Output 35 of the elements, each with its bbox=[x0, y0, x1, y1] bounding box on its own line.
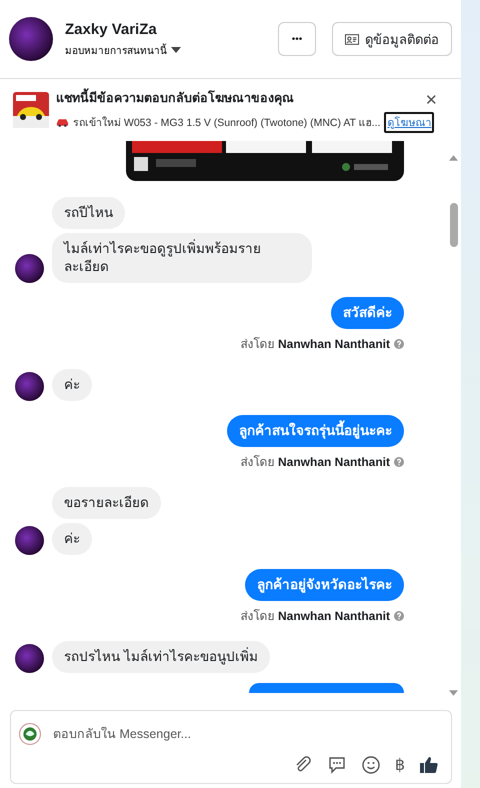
caret-icon bbox=[171, 47, 181, 53]
thumbs-up-icon[interactable] bbox=[419, 755, 439, 775]
more-button[interactable]: ••• bbox=[278, 22, 316, 56]
sent-by-label: ส่งโดย Nanwhan Nanthanit bbox=[240, 608, 390, 625]
help-icon bbox=[394, 456, 404, 466]
emoji-icon[interactable] bbox=[360, 755, 381, 775]
close-button[interactable]: ✕ bbox=[425, 93, 438, 108]
message-bubble: ลูกค้าอยู่จังหวัดอะไรคะ bbox=[245, 569, 404, 601]
sent-by-label: ส่งโดย Nanwhan Nanthanit bbox=[240, 336, 390, 353]
assign-dropdown[interactable]: มอบหมายการสนทนานี้ bbox=[65, 42, 181, 58]
message-bubble: รถปรไหน ไมล์เท่าไรคะขอนูปเพิ่ม bbox=[52, 641, 270, 673]
contact-name: Zaxky VariZa bbox=[65, 20, 158, 38]
message-bubble: ขอรายละเอียด bbox=[52, 487, 161, 519]
scroll-down-icon[interactable] bbox=[449, 690, 458, 696]
message-bubble: ค่ะ bbox=[52, 523, 92, 555]
message-bubble: ค่ะ bbox=[52, 369, 92, 401]
chat-bubble-icon[interactable] bbox=[326, 755, 347, 775]
sent-by-label: ส่งโดย Nanwhan Nanthanit bbox=[240, 454, 390, 471]
scrollbar-thumb[interactable] bbox=[450, 203, 458, 247]
message-bubble: ไมล์เท่าไรคะขอดูรูปเพิ่มพร้อมราย ละเอียด bbox=[52, 233, 312, 283]
payment-button[interactable]: ฿ bbox=[394, 755, 405, 775]
view-ad-link[interactable]: ดูโฆษณา bbox=[384, 112, 434, 132]
car-icon bbox=[56, 117, 69, 127]
message-bubble: สวัสดีค่ะ bbox=[331, 297, 404, 329]
ad-description: รถเข้าใหม่ W053 - MG3 1.5 V (Sunroof) (Twotone) (MNC) AT แฮ... bbox=[73, 116, 380, 130]
contact-avatar bbox=[9, 17, 53, 61]
message-bubble: ลูกค้าสนใจรถรุ่นนี้อยู่นะคะ bbox=[227, 415, 404, 447]
scroll-up-icon[interactable] bbox=[449, 155, 458, 161]
help-icon bbox=[394, 610, 404, 620]
help-icon bbox=[394, 338, 404, 348]
message-bubble: รถปีไหน bbox=[52, 197, 125, 229]
page-logo-icon bbox=[19, 723, 41, 745]
contact-card-icon bbox=[345, 34, 359, 44]
ad-reply-title: แชทนี้มีข้อความตอบกลับต่อโฆษณาของคุณ bbox=[56, 88, 294, 108]
contact-info-button[interactable]: ดูข้อมูลติดต่อ bbox=[332, 22, 452, 56]
